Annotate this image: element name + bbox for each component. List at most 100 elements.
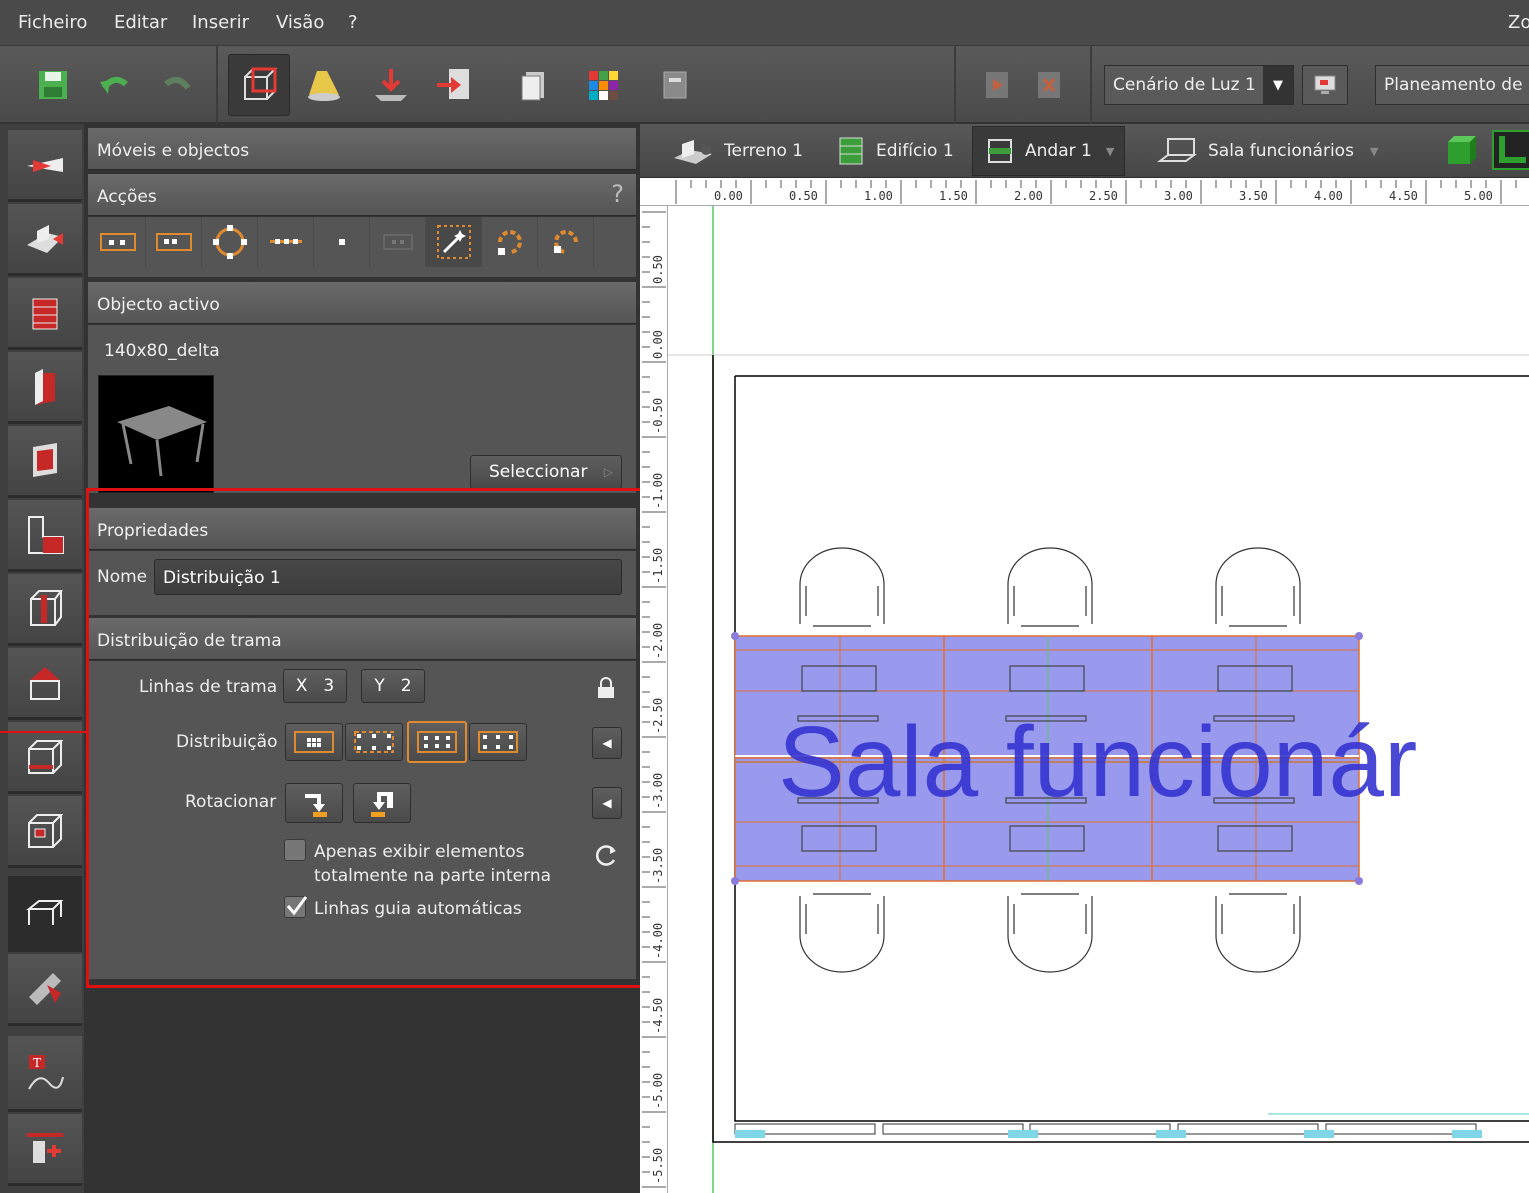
menu-ficheiro[interactable]: Ficheiro [18,12,87,33]
menu-editar[interactable]: Editar [114,12,167,33]
tool-wall-2[interactable] [8,426,82,498]
tab-floor[interactable]: Andar 1 ▼ [972,126,1126,176]
tool-room[interactable] [8,500,82,572]
chevron-left-icon: ◀ [602,736,612,750]
room-icon [28,515,64,554]
menu-visao[interactable]: Visão [276,12,324,33]
document-icon [521,72,544,101]
lock-icon[interactable] [596,677,616,699]
distribution-option-4[interactable] [469,723,527,761]
view-2d-green-button[interactable] [1492,130,1529,170]
wall-panel-icon [33,442,57,477]
action-line-button[interactable] [258,217,314,267]
undo-icon [100,76,128,94]
checkmark-icon [286,896,307,916]
ruler-top-label: 1.50 [939,189,968,203]
distribution-option-2[interactable] [345,723,403,761]
play-button[interactable] [970,58,1024,112]
grid-x-field[interactable]: X 3 [283,669,347,703]
brush-icon [29,972,61,1005]
save-icon [39,71,67,99]
name-input[interactable]: Distribuição 1 [154,559,622,595]
export-button[interactable] [428,58,482,112]
tool-terrain[interactable] [8,204,82,276]
name-label: Nome [97,567,148,587]
ruler-left-label: -4.00 [651,923,665,959]
tab-terrain[interactable]: Terreno 1 [672,124,803,178]
distribution-label: Distribuição [176,732,278,752]
ruler-left-label: -0.50 [651,398,665,434]
action-rotate-right-button[interactable] [538,217,594,267]
panel-button[interactable] [648,58,702,112]
window-cube-icon [28,813,64,848]
tool-dimension[interactable] [8,1114,82,1186]
close-icon [1038,72,1060,98]
rotate-collapse-button[interactable]: ◀ [592,787,622,819]
action-magic-button[interactable] [426,217,482,267]
action-group-button[interactable] [146,217,202,267]
action-single-button[interactable] [314,217,370,267]
ruler-left-label: -2.50 [651,698,665,734]
tool-wall[interactable] [8,352,82,424]
floor-plan[interactable]: Sala funcionár [668,206,1529,1193]
rotate-right-button[interactable] [353,783,411,823]
undo-button[interactable] [88,58,142,112]
screen-button[interactable] [1302,65,1348,105]
ruler-top-label: 4.50 [1389,189,1418,203]
ruler-top-label: 0.00 [714,189,743,203]
disabled-grid-icon [383,234,412,250]
stop-button[interactable] [1022,58,1076,112]
ruler-left-label: 0.50 [651,255,665,284]
menu-zoom-partial[interactable]: Zo [1508,12,1529,33]
tool-furniture[interactable] [8,876,82,952]
help-icon[interactable]: ? [611,180,624,208]
catalog-button[interactable] [576,58,630,112]
tab-room[interactable]: Sala funcionários ▼ [1156,124,1378,178]
floor-icon [988,139,1012,163]
tool-text[interactable]: T [8,1036,82,1112]
magic-wand-icon [436,225,471,259]
3d-view-button[interactable] [228,54,290,116]
light-scene-dropdown[interactable]: Cenário de Luz 1 ▼ [1104,65,1294,105]
distribution-option-3[interactable] [407,721,467,763]
action-circular-button[interactable] [202,217,258,267]
building-icon [32,298,58,329]
tool-texture[interactable] [8,954,82,1026]
import-down-button[interactable] [364,58,418,112]
building-green-icon [839,137,863,165]
light-button[interactable] [298,58,352,112]
planning-dropdown[interactable]: Planeamento de e [1375,65,1529,105]
auto-guides-checkbox[interactable] [284,896,307,918]
tool-move[interactable] [8,130,82,202]
only-inside-checkbox[interactable] [284,839,306,861]
column-icon [30,589,63,626]
select-button[interactable]: Seleccionar ▷ [470,455,622,489]
redo-button[interactable] [150,58,204,112]
actions-toolbar [88,217,636,277]
refresh-icon[interactable] [592,841,620,869]
window-icon [663,71,687,99]
tab-building-label: Edifício 1 [876,141,954,161]
ruler-left-label: -3.50 [651,848,665,884]
tool-roof[interactable] [8,648,82,720]
distribution-option-1[interactable] [285,723,343,761]
action-disabled-button[interactable] [370,217,426,267]
rotate-left-button[interactable] [285,783,343,823]
view-3d-green-button[interactable] [1444,124,1478,178]
tool-column[interactable] [8,574,82,646]
tool-building[interactable] [8,278,82,350]
save-button[interactable] [26,58,80,112]
distribution-collapse-button[interactable]: ◀ [592,727,622,759]
grid-y-field[interactable]: Y 2 [361,669,425,703]
action-rotate-left-button[interactable] [482,217,538,267]
properties-header: Propriedades [88,508,636,550]
only-inside-label-2: totalmente na parte interna [314,866,552,886]
object-thumbnail[interactable] [98,375,214,493]
menu-help[interactable]: ? [348,12,358,33]
tool-window[interactable] [8,796,82,868]
wall-windows [734,1113,1529,1135]
action-align-button[interactable] [90,217,146,267]
menu-inserir[interactable]: Inserir [192,12,249,33]
tab-building[interactable]: Edifício 1 [834,124,954,178]
copy-button[interactable] [506,58,560,112]
